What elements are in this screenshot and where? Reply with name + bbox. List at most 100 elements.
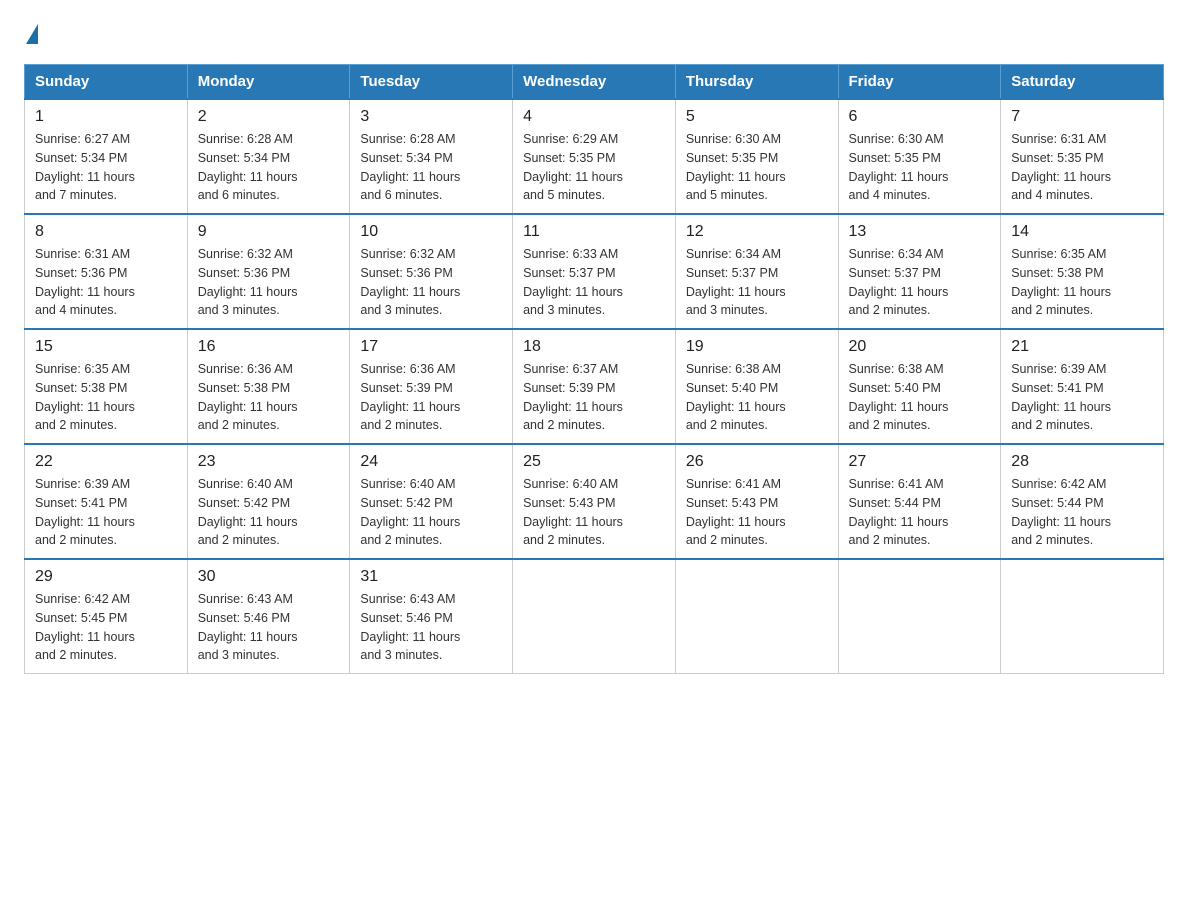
day-number: 19 (686, 338, 828, 356)
day-number: 27 (849, 453, 991, 471)
calendar-cell: 6 Sunrise: 6:30 AM Sunset: 5:35 PM Dayli… (838, 99, 1001, 214)
day-number: 1 (35, 108, 177, 126)
day-info: Sunrise: 6:42 AM Sunset: 5:45 PM Dayligh… (35, 590, 177, 665)
calendar-cell: 26 Sunrise: 6:41 AM Sunset: 5:43 PM Dayl… (675, 444, 838, 559)
calendar-cell: 25 Sunrise: 6:40 AM Sunset: 5:43 PM Dayl… (513, 444, 676, 559)
calendar-week-row: 29 Sunrise: 6:42 AM Sunset: 5:45 PM Dayl… (25, 559, 1164, 674)
day-info: Sunrise: 6:41 AM Sunset: 5:44 PM Dayligh… (849, 475, 991, 550)
calendar-cell: 29 Sunrise: 6:42 AM Sunset: 5:45 PM Dayl… (25, 559, 188, 674)
header-saturday: Saturday (1001, 65, 1164, 100)
day-number: 24 (360, 453, 502, 471)
calendar-cell: 10 Sunrise: 6:32 AM Sunset: 5:36 PM Dayl… (350, 214, 513, 329)
day-info: Sunrise: 6:32 AM Sunset: 5:36 PM Dayligh… (360, 245, 502, 320)
day-info: Sunrise: 6:29 AM Sunset: 5:35 PM Dayligh… (523, 130, 665, 205)
header-monday: Monday (187, 65, 350, 100)
day-number: 3 (360, 108, 502, 126)
calendar-cell: 11 Sunrise: 6:33 AM Sunset: 5:37 PM Dayl… (513, 214, 676, 329)
day-info: Sunrise: 6:39 AM Sunset: 5:41 PM Dayligh… (1011, 360, 1153, 435)
day-number: 26 (686, 453, 828, 471)
calendar-cell: 8 Sunrise: 6:31 AM Sunset: 5:36 PM Dayli… (25, 214, 188, 329)
calendar-cell: 14 Sunrise: 6:35 AM Sunset: 5:38 PM Dayl… (1001, 214, 1164, 329)
day-info: Sunrise: 6:32 AM Sunset: 5:36 PM Dayligh… (198, 245, 340, 320)
day-number: 25 (523, 453, 665, 471)
day-number: 15 (35, 338, 177, 356)
day-info: Sunrise: 6:43 AM Sunset: 5:46 PM Dayligh… (360, 590, 502, 665)
calendar-header-row: SundayMondayTuesdayWednesdayThursdayFrid… (25, 65, 1164, 100)
calendar-week-row: 15 Sunrise: 6:35 AM Sunset: 5:38 PM Dayl… (25, 329, 1164, 444)
day-number: 6 (849, 108, 991, 126)
day-info: Sunrise: 6:35 AM Sunset: 5:38 PM Dayligh… (35, 360, 177, 435)
day-number: 18 (523, 338, 665, 356)
day-info: Sunrise: 6:40 AM Sunset: 5:42 PM Dayligh… (198, 475, 340, 550)
calendar-cell: 13 Sunrise: 6:34 AM Sunset: 5:37 PM Dayl… (838, 214, 1001, 329)
calendar-cell: 23 Sunrise: 6:40 AM Sunset: 5:42 PM Dayl… (187, 444, 350, 559)
day-number: 20 (849, 338, 991, 356)
calendar-cell: 17 Sunrise: 6:36 AM Sunset: 5:39 PM Dayl… (350, 329, 513, 444)
day-number: 21 (1011, 338, 1153, 356)
calendar-cell: 15 Sunrise: 6:35 AM Sunset: 5:38 PM Dayl… (25, 329, 188, 444)
day-number: 7 (1011, 108, 1153, 126)
calendar-cell (675, 559, 838, 674)
logo (24, 24, 40, 44)
day-info: Sunrise: 6:27 AM Sunset: 5:34 PM Dayligh… (35, 130, 177, 205)
header-tuesday: Tuesday (350, 65, 513, 100)
day-number: 31 (360, 568, 502, 586)
day-number: 14 (1011, 223, 1153, 241)
day-number: 28 (1011, 453, 1153, 471)
calendar-cell: 16 Sunrise: 6:36 AM Sunset: 5:38 PM Dayl… (187, 329, 350, 444)
day-info: Sunrise: 6:31 AM Sunset: 5:35 PM Dayligh… (1011, 130, 1153, 205)
day-info: Sunrise: 6:40 AM Sunset: 5:43 PM Dayligh… (523, 475, 665, 550)
calendar-table: SundayMondayTuesdayWednesdayThursdayFrid… (24, 64, 1164, 674)
day-number: 29 (35, 568, 177, 586)
day-number: 16 (198, 338, 340, 356)
day-info: Sunrise: 6:37 AM Sunset: 5:39 PM Dayligh… (523, 360, 665, 435)
calendar-cell (838, 559, 1001, 674)
header-thursday: Thursday (675, 65, 838, 100)
day-info: Sunrise: 6:38 AM Sunset: 5:40 PM Dayligh… (849, 360, 991, 435)
day-info: Sunrise: 6:28 AM Sunset: 5:34 PM Dayligh… (198, 130, 340, 205)
day-info: Sunrise: 6:34 AM Sunset: 5:37 PM Dayligh… (686, 245, 828, 320)
calendar-cell (513, 559, 676, 674)
calendar-cell: 20 Sunrise: 6:38 AM Sunset: 5:40 PM Dayl… (838, 329, 1001, 444)
day-number: 30 (198, 568, 340, 586)
logo-triangle-icon (26, 24, 38, 44)
calendar-cell: 28 Sunrise: 6:42 AM Sunset: 5:44 PM Dayl… (1001, 444, 1164, 559)
day-info: Sunrise: 6:30 AM Sunset: 5:35 PM Dayligh… (686, 130, 828, 205)
day-info: Sunrise: 6:31 AM Sunset: 5:36 PM Dayligh… (35, 245, 177, 320)
day-info: Sunrise: 6:30 AM Sunset: 5:35 PM Dayligh… (849, 130, 991, 205)
day-number: 9 (198, 223, 340, 241)
day-number: 10 (360, 223, 502, 241)
calendar-cell: 24 Sunrise: 6:40 AM Sunset: 5:42 PM Dayl… (350, 444, 513, 559)
day-number: 5 (686, 108, 828, 126)
day-number: 4 (523, 108, 665, 126)
day-info: Sunrise: 6:41 AM Sunset: 5:43 PM Dayligh… (686, 475, 828, 550)
day-info: Sunrise: 6:34 AM Sunset: 5:37 PM Dayligh… (849, 245, 991, 320)
header-sunday: Sunday (25, 65, 188, 100)
day-number: 23 (198, 453, 340, 471)
day-number: 11 (523, 223, 665, 241)
day-number: 8 (35, 223, 177, 241)
day-info: Sunrise: 6:43 AM Sunset: 5:46 PM Dayligh… (198, 590, 340, 665)
calendar-cell: 5 Sunrise: 6:30 AM Sunset: 5:35 PM Dayli… (675, 99, 838, 214)
calendar-cell (1001, 559, 1164, 674)
day-number: 17 (360, 338, 502, 356)
day-number: 22 (35, 453, 177, 471)
day-info: Sunrise: 6:38 AM Sunset: 5:40 PM Dayligh… (686, 360, 828, 435)
calendar-week-row: 22 Sunrise: 6:39 AM Sunset: 5:41 PM Dayl… (25, 444, 1164, 559)
calendar-cell: 2 Sunrise: 6:28 AM Sunset: 5:34 PM Dayli… (187, 99, 350, 214)
calendar-cell: 3 Sunrise: 6:28 AM Sunset: 5:34 PM Dayli… (350, 99, 513, 214)
calendar-cell: 21 Sunrise: 6:39 AM Sunset: 5:41 PM Dayl… (1001, 329, 1164, 444)
calendar-cell: 19 Sunrise: 6:38 AM Sunset: 5:40 PM Dayl… (675, 329, 838, 444)
header-friday: Friday (838, 65, 1001, 100)
day-info: Sunrise: 6:36 AM Sunset: 5:39 PM Dayligh… (360, 360, 502, 435)
calendar-cell: 18 Sunrise: 6:37 AM Sunset: 5:39 PM Dayl… (513, 329, 676, 444)
calendar-cell: 7 Sunrise: 6:31 AM Sunset: 5:35 PM Dayli… (1001, 99, 1164, 214)
day-info: Sunrise: 6:35 AM Sunset: 5:38 PM Dayligh… (1011, 245, 1153, 320)
calendar-week-row: 1 Sunrise: 6:27 AM Sunset: 5:34 PM Dayli… (25, 99, 1164, 214)
calendar-cell: 12 Sunrise: 6:34 AM Sunset: 5:37 PM Dayl… (675, 214, 838, 329)
calendar-cell: 1 Sunrise: 6:27 AM Sunset: 5:34 PM Dayli… (25, 99, 188, 214)
day-info: Sunrise: 6:33 AM Sunset: 5:37 PM Dayligh… (523, 245, 665, 320)
page-header (24, 24, 1164, 44)
day-number: 13 (849, 223, 991, 241)
day-info: Sunrise: 6:28 AM Sunset: 5:34 PM Dayligh… (360, 130, 502, 205)
